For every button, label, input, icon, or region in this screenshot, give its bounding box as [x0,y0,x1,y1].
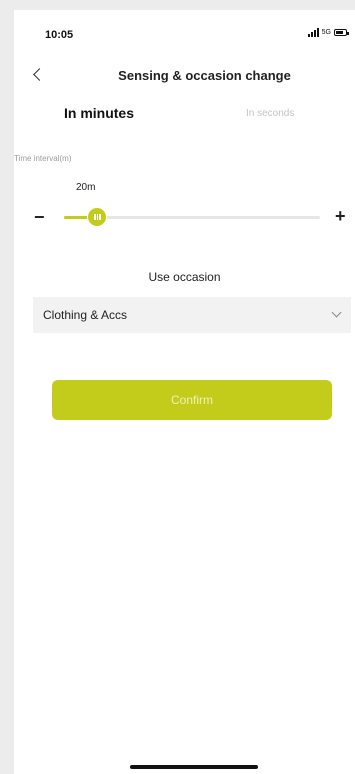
status-time: 10:05 [45,29,74,41]
home-indicator [130,765,258,769]
interval-slider-row: − + [14,206,355,230]
time-interval-label: Time interval(m) [14,154,72,163]
chevron-down-icon [331,307,342,318]
phone-screen: 10:05 5G Sensing & occasion change In mi… [14,10,355,774]
confirm-button[interactable]: Confirm [52,380,332,420]
status-icons: 5G [307,28,349,37]
mode-tabs: In minutes In seconds [14,102,355,126]
occasion-select[interactable]: Clothing & Accs [33,297,351,333]
interval-slider[interactable] [64,207,320,227]
network-label: 5G [321,29,331,36]
status-bar: 10:05 5G [14,10,355,54]
slider-thumb[interactable] [87,207,108,227]
decrease-button[interactable]: − [34,208,45,226]
signal-icon [307,28,319,37]
back-icon[interactable] [30,66,48,84]
tab-in-seconds[interactable]: In seconds [246,108,294,119]
occasion-selected-value: Clothing & Accs [43,308,128,322]
use-occasion-label: Use occasion [148,270,221,284]
page-title: Sensing & occasion change [118,68,291,83]
grip-icon [94,214,101,220]
increase-button[interactable]: + [335,207,346,225]
nav-bar: Sensing & occasion change [14,60,355,90]
tab-in-minutes[interactable]: In minutes [64,105,134,121]
battery-icon [334,29,349,36]
interval-value-label: 20m [76,182,96,193]
